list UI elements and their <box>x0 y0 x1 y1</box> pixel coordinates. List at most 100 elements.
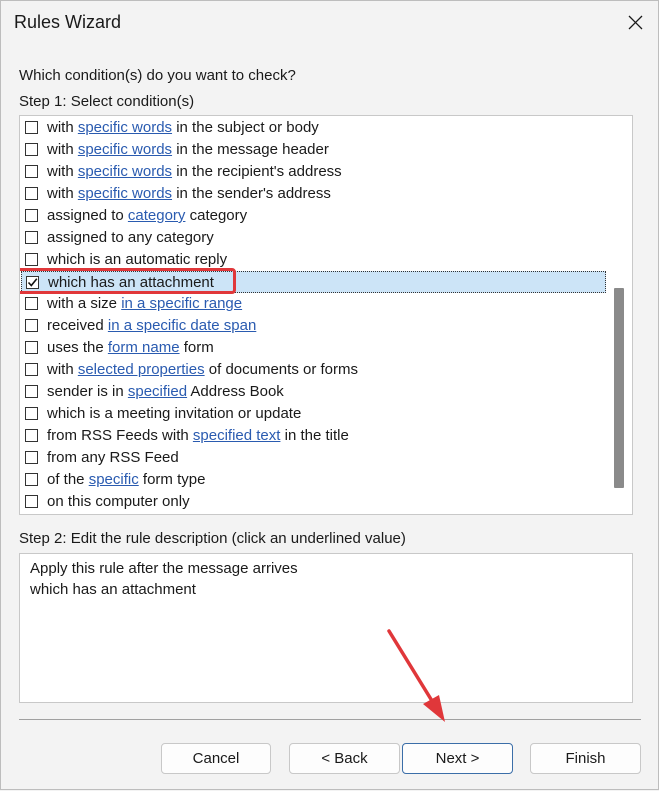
condition-text: Address Book <box>187 383 284 400</box>
condition-checkbox[interactable] <box>25 209 38 222</box>
rules-wizard-dialog: Rules Wizard Which condition(s) do you w… <box>0 0 659 790</box>
condition-text: of documents or forms <box>204 361 358 378</box>
condition-label: with specific words in the subject or bo… <box>47 117 319 139</box>
condition-text: from any RSS Feed <box>47 449 179 466</box>
condition-label: with specific words in the recipient's a… <box>47 161 342 183</box>
condition-text: with <box>47 361 78 378</box>
condition-text: form type <box>138 471 206 488</box>
condition-item[interactable]: with specific words in the recipient's a… <box>21 161 606 183</box>
condition-item[interactable]: sender is in specified Address Book <box>21 381 606 403</box>
next-button[interactable]: Next > <box>402 743 513 774</box>
conditions-list[interactable]: with specific words in the subject or bo… <box>19 115 633 515</box>
scrollbar[interactable] <box>606 116 632 514</box>
step1-label: Step 1: Select condition(s) <box>19 93 195 110</box>
condition-text: which is an automatic reply <box>47 251 228 268</box>
condition-text: assigned to <box>47 207 128 224</box>
condition-value-link[interactable]: in a specific range <box>121 295 242 312</box>
condition-item[interactable]: from any RSS Feed <box>21 447 606 469</box>
condition-checkbox[interactable] <box>25 385 38 398</box>
condition-value-link[interactable]: specific words <box>78 141 172 158</box>
condition-value-link[interactable]: in a specific date span <box>108 317 256 334</box>
condition-value-link[interactable]: specified text <box>193 427 281 444</box>
condition-row-content: of the specific form type <box>21 469 606 491</box>
condition-text: of the <box>47 471 89 488</box>
condition-text: which is a meeting invitation or update <box>47 405 302 422</box>
condition-checkbox[interactable] <box>25 363 38 376</box>
condition-item[interactable]: of the specific form type <box>21 469 606 491</box>
condition-checkbox[interactable] <box>25 143 38 156</box>
annotation-highlight-box <box>20 268 236 294</box>
condition-label: from any RSS Feed <box>47 447 179 469</box>
condition-item[interactable]: which is a meeting invitation or update <box>21 403 606 425</box>
condition-row-content: from any RSS Feed <box>21 447 606 469</box>
condition-checkbox[interactable] <box>25 165 38 178</box>
condition-checkbox[interactable] <box>25 297 38 310</box>
condition-item[interactable]: with selected properties of documents or… <box>21 359 606 381</box>
condition-prompt: Which condition(s) do you want to check? <box>19 67 296 84</box>
condition-checkbox[interactable] <box>25 319 38 332</box>
condition-item[interactable]: on this computer only <box>21 491 606 513</box>
condition-value-link[interactable]: form name <box>108 339 180 356</box>
condition-item[interactable]: with specific words in the sender's addr… <box>21 183 606 205</box>
condition-checkbox[interactable] <box>25 341 38 354</box>
condition-value-link[interactable]: specific words <box>78 163 172 180</box>
condition-value-link[interactable]: specific <box>89 471 139 488</box>
condition-row-content: uses the form name form <box>21 337 606 359</box>
condition-text: in the subject or body <box>172 119 319 136</box>
scrollbar-thumb[interactable] <box>614 288 624 488</box>
condition-text: in the title <box>280 427 349 444</box>
condition-label: uses the form name form <box>47 337 214 359</box>
condition-value-link[interactable]: specific words <box>78 185 172 202</box>
condition-text: with <box>47 185 78 202</box>
condition-checkbox[interactable] <box>25 407 38 420</box>
condition-checkbox[interactable] <box>25 473 38 486</box>
condition-value-link[interactable]: category <box>128 207 186 224</box>
condition-text: in the recipient's address <box>172 163 342 180</box>
condition-checkbox[interactable] <box>25 231 38 244</box>
close-icon <box>628 15 643 30</box>
condition-label: received in a specific date span <box>47 315 256 337</box>
condition-text: with a size <box>47 295 122 312</box>
condition-value-link[interactable]: selected properties <box>78 361 205 378</box>
condition-item[interactable]: uses the form name form <box>21 337 606 359</box>
condition-row-content: assigned to any category <box>21 227 606 249</box>
condition-item[interactable]: with a size in a specific range <box>21 293 606 315</box>
condition-row-content: with specific words in the message heade… <box>21 139 606 161</box>
condition-item[interactable]: assigned to category category <box>21 205 606 227</box>
condition-row-content: which is a meeting invitation or update <box>21 403 606 425</box>
condition-item[interactable]: assigned to any category <box>21 227 606 249</box>
condition-text: received <box>47 317 108 334</box>
step2-label: Step 2: Edit the rule description (click… <box>19 530 406 547</box>
condition-item[interactable]: with specific words in the subject or bo… <box>21 117 606 139</box>
condition-value-link[interactable]: specified <box>128 383 187 400</box>
cancel-button[interactable]: Cancel <box>161 743 271 774</box>
condition-checkbox[interactable] <box>25 429 38 442</box>
condition-checkbox[interactable] <box>25 121 38 134</box>
condition-text: with <box>47 163 78 180</box>
separator <box>19 719 641 720</box>
condition-row-content: sender is in specified Address Book <box>21 381 606 403</box>
condition-item[interactable]: which has an attachment <box>20 268 606 294</box>
condition-row-content: with specific words in the sender's addr… <box>21 183 606 205</box>
condition-checkbox[interactable] <box>25 253 38 266</box>
back-button[interactable]: < Back <box>289 743 400 774</box>
condition-text: form <box>179 339 214 356</box>
condition-item[interactable]: from RSS Feeds with specified text in th… <box>21 425 606 447</box>
condition-item[interactable]: received in a specific date span <box>21 315 606 337</box>
condition-text: in the message header <box>172 141 329 158</box>
close-button[interactable] <box>612 1 658 45</box>
condition-row-content: received in a specific date span <box>21 315 606 337</box>
condition-checkbox[interactable] <box>25 451 38 464</box>
condition-checkbox[interactable] <box>25 187 38 200</box>
condition-row-content: with specific words in the recipient's a… <box>21 161 606 183</box>
condition-row-content: on this computer only <box>21 491 606 513</box>
condition-item[interactable]: with specific words in the message heade… <box>21 139 606 161</box>
condition-text: on this computer only <box>47 493 190 510</box>
condition-value-link[interactable]: specific words <box>78 119 172 136</box>
condition-label: assigned to any category <box>47 227 214 249</box>
condition-checkbox[interactable] <box>25 495 38 508</box>
condition-label: on this computer only <box>47 491 190 513</box>
condition-text: sender is in <box>47 383 128 400</box>
finish-button[interactable]: Finish <box>530 743 641 774</box>
condition-label: with specific words in the sender's addr… <box>47 183 331 205</box>
